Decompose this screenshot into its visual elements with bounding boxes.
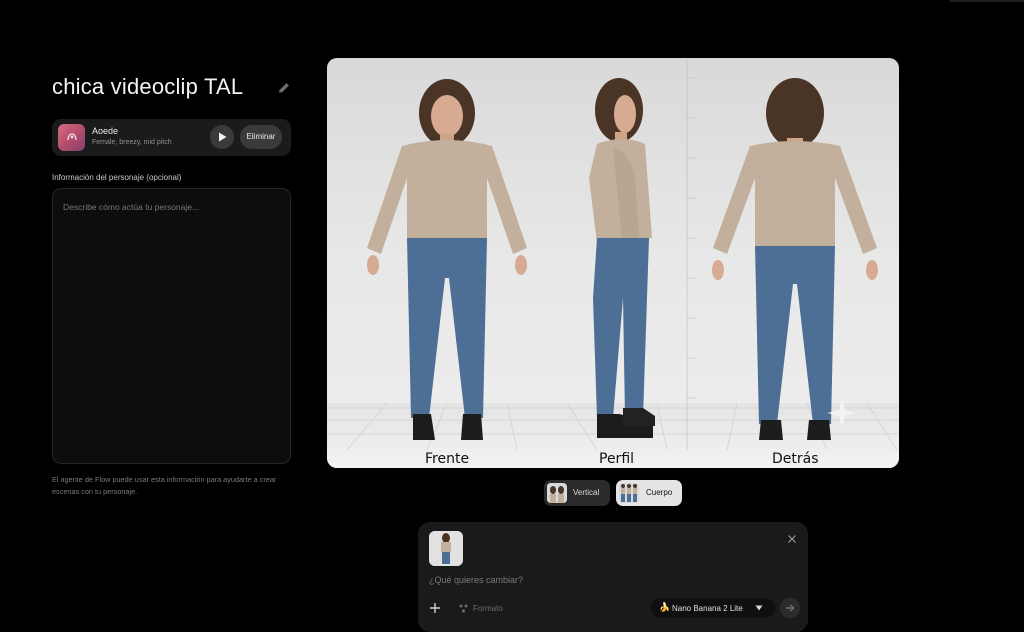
vertical-thumbnail: [547, 483, 567, 503]
view-option-vertical-label: Vertical: [573, 488, 600, 497]
chevron-down-icon: [755, 605, 763, 611]
plus-icon[interactable]: [429, 602, 441, 614]
banana-icon: 🍌: [659, 602, 671, 612]
edit-prompt-input[interactable]: ¿Qué quieres cambiar?: [429, 575, 523, 585]
character-name[interactable]: chica videoclip TAL: [52, 74, 243, 100]
character-info-input[interactable]: Describe cómo actúa tu personaje...: [52, 188, 291, 464]
reference-thumbnail[interactable]: [429, 531, 463, 566]
voice-name: Aoede: [92, 126, 119, 136]
turnaround-figures: [327, 58, 899, 468]
format-icon[interactable]: [458, 603, 469, 614]
pencil-icon[interactable]: [277, 81, 291, 95]
close-icon[interactable]: [787, 534, 797, 544]
send-button[interactable]: [780, 598, 800, 618]
view-option-body[interactable]: Cuerpo: [616, 480, 682, 506]
voice-avatar: [58, 124, 85, 151]
view-label-profile: Perfil: [599, 451, 635, 467]
view-option-vertical[interactable]: Vertical: [544, 480, 610, 506]
view-label-front: Frente: [425, 451, 470, 467]
edit-prompt-card: ¿Qué quieres cambiar? Formato 🍌 Nano Ban…: [418, 522, 808, 632]
character-turnaround-image: Frente Perfil Detrás: [327, 58, 899, 468]
character-info-hint: El agente de Flow puede usar esta inform…: [52, 475, 277, 496]
format-button[interactable]: Formato: [473, 604, 503, 613]
figure-profile: [589, 78, 655, 438]
delete-voice-button[interactable]: Eliminar: [240, 125, 282, 149]
figure-back: [712, 78, 878, 440]
voice-description: Female, breezy, mid pitch: [92, 139, 172, 146]
character-info-label: Información del personaje (opcional): [52, 173, 182, 182]
model-label: Nano Banana 2 Lite: [672, 604, 743, 613]
voice-card[interactable]: Aoede Female, breezy, mid pitch Eliminar: [52, 119, 291, 156]
voice-avatar-icon: [67, 133, 77, 141]
body-thumbnail: [619, 483, 639, 503]
arrow-right-icon: [786, 604, 795, 612]
figure-front: [367, 79, 527, 440]
model-selector[interactable]: 🍌 Nano Banana 2 Lite: [651, 598, 775, 618]
character-info-placeholder: Describe cómo actúa tu personaje...: [63, 202, 200, 212]
play-voice-button[interactable]: [210, 125, 234, 149]
view-option-body-label: Cuerpo: [646, 488, 673, 497]
window-edge: [950, 0, 1024, 2]
play-icon: [219, 132, 227, 142]
view-label-back: Detrás: [772, 451, 819, 467]
